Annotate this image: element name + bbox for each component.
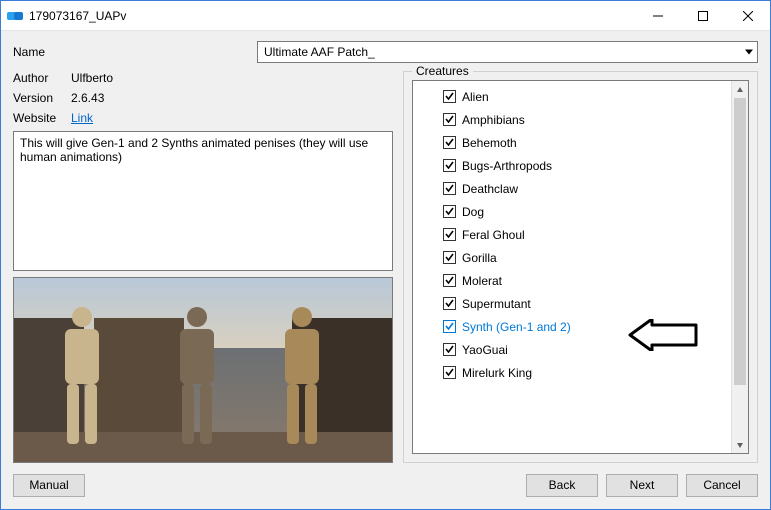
creature-label: Behemoth bbox=[462, 136, 517, 150]
creature-label: Feral Ghoul bbox=[462, 228, 525, 242]
creature-item[interactable]: Behemoth bbox=[443, 131, 731, 154]
creature-item[interactable]: Feral Ghoul bbox=[443, 223, 731, 246]
name-input[interactable] bbox=[262, 44, 753, 60]
checkbox[interactable] bbox=[443, 136, 456, 149]
checkbox[interactable] bbox=[443, 320, 456, 333]
website-label: Website bbox=[13, 111, 71, 125]
creature-label: Amphibians bbox=[462, 113, 525, 127]
creature-label: Molerat bbox=[462, 274, 502, 288]
checkbox[interactable] bbox=[443, 251, 456, 264]
description-box[interactable]: This will give Gen-1 and 2 Synths animat… bbox=[13, 131, 393, 271]
window-title: 179073167_UAPv bbox=[29, 9, 635, 23]
checkbox[interactable] bbox=[443, 90, 456, 103]
checkbox[interactable] bbox=[443, 159, 456, 172]
name-label: Name bbox=[13, 45, 71, 59]
checkbox[interactable] bbox=[443, 228, 456, 241]
version-label: Version bbox=[13, 91, 71, 105]
creatures-fieldset: Creatures AlienAmphibiansBehemothBugs-Ar… bbox=[403, 71, 758, 463]
manual-button[interactable]: Manual bbox=[13, 474, 85, 497]
creature-label: Gorilla bbox=[462, 251, 497, 265]
cancel-button[interactable]: Cancel bbox=[686, 474, 758, 497]
content-area: Name Author Ulfberto Version 2.6.43 Webs… bbox=[1, 31, 770, 509]
creature-item[interactable]: Dog bbox=[443, 200, 731, 223]
scroll-up-button[interactable] bbox=[732, 81, 748, 98]
scroll-down-button[interactable] bbox=[732, 436, 748, 453]
checkbox[interactable] bbox=[443, 366, 456, 379]
creature-item[interactable]: Supermutant bbox=[443, 292, 731, 315]
creature-item[interactable]: Gorilla bbox=[443, 246, 731, 269]
version-value: 2.6.43 bbox=[71, 91, 393, 105]
creature-label: Bugs-Arthropods bbox=[462, 159, 552, 173]
scroll-thumb[interactable] bbox=[734, 98, 746, 385]
back-button[interactable]: Back bbox=[526, 474, 598, 497]
creature-item[interactable]: Alien bbox=[443, 85, 731, 108]
minimize-button[interactable] bbox=[635, 1, 680, 30]
creatures-label: Creatures bbox=[412, 64, 473, 78]
scrollbar[interactable] bbox=[731, 81, 748, 453]
checkbox[interactable] bbox=[443, 205, 456, 218]
website-link[interactable]: Link bbox=[71, 111, 93, 125]
chevron-down-icon bbox=[745, 50, 753, 55]
checkbox[interactable] bbox=[443, 274, 456, 287]
creature-list[interactable]: Alien Amphibians Behemoth Bugs-Arthropods De… bbox=[413, 81, 731, 453]
checkbox[interactable] bbox=[443, 113, 456, 126]
creature-label: Alien bbox=[462, 90, 489, 104]
checkbox[interactable] bbox=[443, 297, 456, 310]
creature-item[interactable]: Synth (Gen-1 and 2) bbox=[443, 315, 731, 338]
creature-label: Dog bbox=[462, 205, 484, 219]
creature-label: Synth (Gen-1 and 2) bbox=[462, 320, 571, 334]
maximize-button[interactable] bbox=[680, 1, 725, 30]
author-value: Ulfberto bbox=[71, 71, 393, 85]
name-dropdown[interactable] bbox=[257, 41, 758, 63]
checkbox[interactable] bbox=[443, 343, 456, 356]
creature-label: Supermutant bbox=[462, 297, 531, 311]
creature-label: Deathclaw bbox=[462, 182, 518, 196]
creature-item[interactable]: Deathclaw bbox=[443, 177, 731, 200]
scroll-track[interactable] bbox=[732, 98, 748, 436]
creature-label: Mirelurk King bbox=[462, 366, 532, 380]
app-icon bbox=[1, 10, 29, 22]
creature-label: YaoGuai bbox=[462, 343, 508, 357]
titlebar[interactable]: 179073167_UAPv bbox=[1, 1, 770, 31]
next-button[interactable]: Next bbox=[606, 474, 678, 497]
window-frame: 179073167_UAPv Name Author Ulfberto Vers… bbox=[0, 0, 771, 510]
creature-item[interactable]: Molerat bbox=[443, 269, 731, 292]
checkbox[interactable] bbox=[443, 182, 456, 195]
creature-item[interactable]: YaoGuai bbox=[443, 338, 731, 361]
close-button[interactable] bbox=[725, 1, 770, 30]
creature-item[interactable]: Mirelurk King bbox=[443, 361, 731, 384]
creature-item[interactable]: Bugs-Arthropods bbox=[443, 154, 731, 177]
preview-image bbox=[13, 277, 393, 463]
creature-item[interactable]: Amphibians bbox=[443, 108, 731, 131]
author-label: Author bbox=[13, 71, 71, 85]
